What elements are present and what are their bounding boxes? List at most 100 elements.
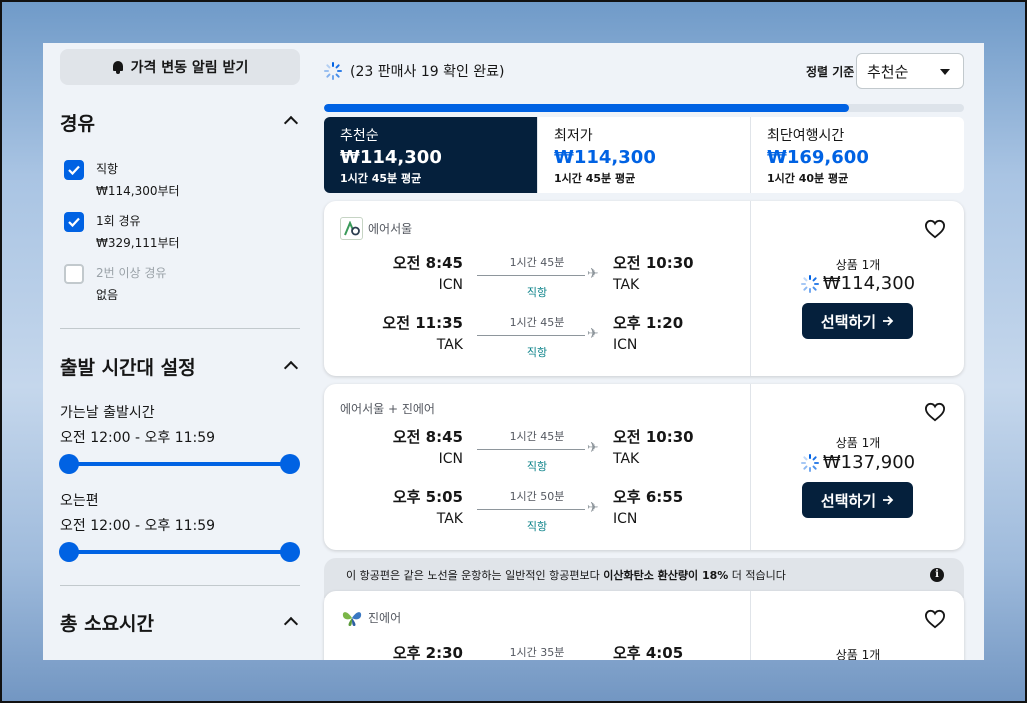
heart-icon[interactable] bbox=[924, 402, 946, 422]
checkmark-icon bbox=[68, 165, 80, 176]
caret-down-icon bbox=[940, 69, 950, 75]
heart-icon[interactable] bbox=[924, 609, 946, 629]
departure-airport: ICN bbox=[438, 451, 463, 467]
two-plus-label: 2번 이상 경유 bbox=[96, 266, 167, 280]
tab-price: ₩114,300 bbox=[554, 147, 656, 168]
spinner-icon bbox=[800, 453, 819, 472]
info-icon[interactable]: i bbox=[930, 568, 944, 582]
select-button[interactable]: 선택하기 bbox=[802, 303, 913, 339]
return-leg: 오전 11:35 TAK 1시간 45분 ✈ 직항 오후 1:20 ICN bbox=[324, 312, 751, 362]
flight-duration: 1시간 45분 bbox=[509, 316, 565, 329]
airline: 에어서울 + 진에어 bbox=[340, 400, 435, 417]
route-line bbox=[477, 509, 585, 510]
search-status: (23 판매사 19 확인 완료) bbox=[324, 61, 505, 81]
outbound-time-slider[interactable] bbox=[59, 454, 300, 474]
arrival-airport: ICN bbox=[613, 511, 638, 527]
outbound-slider-end-handle[interactable] bbox=[280, 454, 300, 474]
results-panel: (23 판매사 19 확인 완료) 정렬 기준 추천순 추천순 ₩114,300… bbox=[324, 43, 964, 660]
return-slider-start-handle[interactable] bbox=[59, 542, 79, 562]
price-value: ₩137,900 bbox=[822, 452, 916, 473]
route-line bbox=[477, 449, 585, 450]
airline-name: 에어서울 + 진에어 bbox=[340, 402, 435, 416]
itinerary: 에어서울 오전 8:45 ICN 1시간 45분 ✈ 직항 오전 10:30 T… bbox=[324, 201, 751, 376]
return-slider-end-handle[interactable] bbox=[280, 542, 300, 562]
spinner-icon bbox=[800, 274, 819, 293]
departure-time: 오후 5:05 bbox=[392, 488, 463, 506]
tab-recommended[interactable]: 추천순 ₩114,300 1시간 45분 평균 bbox=[324, 117, 537, 193]
outbound-label: 가는날 출발시간 bbox=[60, 405, 155, 421]
airline-name: 에어서울 bbox=[368, 222, 413, 236]
itinerary: 에어서울 + 진에어 오전 8:45 ICN 1시간 45분 ✈ 직항 오전 1… bbox=[324, 384, 751, 550]
price: ₩114,300 bbox=[752, 273, 964, 294]
tab-price: ₩114,300 bbox=[340, 147, 442, 168]
divider bbox=[60, 585, 300, 586]
eco-banner-text: 이 항공편은 같은 노선을 운항하는 일반적인 항공편보다 이산화탄소 환산량이… bbox=[346, 567, 786, 583]
app: 가격 변동 알림 받기 경유 직항 ₩114,300부터 1회 경유 ₩329,… bbox=[43, 43, 984, 660]
return-range: 오전 12:00 - 오후 11:59 bbox=[60, 518, 216, 534]
chevron-up-icon[interactable] bbox=[283, 360, 299, 376]
departure-time: 오전 8:45 bbox=[392, 254, 463, 272]
tab-name: 추천순 bbox=[340, 128, 379, 144]
search-progress-bar bbox=[324, 104, 964, 112]
select-label: 선택하기 bbox=[820, 491, 877, 510]
heart-icon[interactable] bbox=[924, 219, 946, 239]
eco-text-bold: 이산화탄소 환산량이 18% bbox=[603, 569, 729, 582]
eco-text-suffix: 더 적습니다 bbox=[728, 569, 786, 582]
flight-duration: 1시간 45분 bbox=[509, 430, 565, 443]
sort-label: 정렬 기준 bbox=[806, 65, 855, 79]
tab-sub: 1시간 40분 평균 bbox=[767, 172, 849, 185]
bell-icon bbox=[112, 60, 124, 74]
result-card[interactable]: 에어서울 + 진에어 오전 8:45 ICN 1시간 45분 ✈ 직항 오전 1… bbox=[324, 384, 964, 550]
result-card[interactable]: 진에어 오후 2:30 1시간 35분 오후 4:05 상품 1개 bbox=[324, 591, 964, 660]
stops-info: 직항 bbox=[526, 520, 548, 533]
flight-duration: 1시간 45분 bbox=[509, 256, 565, 269]
price-panel: 상품 1개 ₩137,900 선택하기 bbox=[752, 384, 964, 550]
return-leg: 오후 5:05 TAK 1시간 50분 ✈ 직항 오후 6:55 ICN bbox=[324, 486, 751, 536]
plane-icon: ✈ bbox=[587, 440, 599, 456]
price: ₩137,900 bbox=[752, 452, 964, 473]
price-alert-button[interactable]: 가격 변동 알림 받기 bbox=[60, 49, 300, 85]
deal-count: 상품 1개 bbox=[835, 436, 881, 450]
direct-price: ₩114,300부터 bbox=[96, 184, 180, 198]
outbound-range: 오전 12:00 - 오후 11:59 bbox=[60, 430, 216, 446]
duration-section-title: 총 소요시간 bbox=[60, 613, 155, 635]
tab-name: 최저가 bbox=[554, 128, 593, 144]
arrival-airport: ICN bbox=[613, 337, 638, 353]
airline: 진에어 bbox=[340, 606, 401, 629]
one-stop-label: 1회 경유 bbox=[96, 214, 141, 228]
departure-airport: ICN bbox=[438, 277, 463, 293]
tab-cheapest[interactable]: 최저가 ₩114,300 1시간 45분 평균 bbox=[537, 117, 750, 193]
deal-count: 상품 1개 bbox=[835, 258, 881, 272]
result-card[interactable]: 에어서울 오전 8:45 ICN 1시간 45분 ✈ 직항 오전 10:30 T… bbox=[324, 201, 964, 376]
return-time-slider[interactable] bbox=[59, 542, 300, 562]
airline: 에어서울 bbox=[340, 217, 412, 240]
outbound-slider-start-handle[interactable] bbox=[59, 454, 79, 474]
return-label: 오는편 bbox=[60, 493, 99, 509]
arrival-airport: TAK bbox=[613, 451, 640, 467]
outbound-leg: 오후 2:30 1시간 35분 오후 4:05 bbox=[324, 642, 751, 660]
search-progress-fill bbox=[324, 104, 849, 112]
arrival-airport: TAK bbox=[613, 277, 640, 293]
one-stop-checkbox[interactable] bbox=[64, 212, 84, 232]
chevron-up-icon[interactable] bbox=[283, 616, 299, 632]
departure-time: 오후 2:30 bbox=[392, 644, 463, 660]
price-alert-label: 가격 변동 알림 받기 bbox=[130, 60, 249, 76]
outbound-leg: 오전 8:45 ICN 1시간 45분 ✈ 직항 오전 10:30 TAK bbox=[324, 252, 751, 302]
departure-airport: TAK bbox=[436, 337, 463, 353]
chevron-up-icon[interactable] bbox=[283, 115, 299, 131]
sort-tabs: 추천순 ₩114,300 1시간 45분 평균 최저가 ₩114,300 1시간… bbox=[324, 117, 964, 193]
arrow-right-icon bbox=[883, 495, 894, 505]
stops-info: 직항 bbox=[526, 286, 548, 299]
stops-info: 직항 bbox=[526, 460, 548, 473]
arrival-time: 오후 4:05 bbox=[613, 644, 684, 660]
tab-sub: 1시간 45분 평균 bbox=[340, 172, 422, 185]
tab-name: 최단여행시간 bbox=[767, 128, 845, 144]
departure-times-title: 출발 시간대 설정 bbox=[60, 357, 196, 379]
price-value: ₩114,300 bbox=[822, 273, 916, 294]
tab-fastest[interactable]: 최단여행시간 ₩169,600 1시간 40분 평균 bbox=[750, 117, 963, 193]
sort-select[interactable]: 추천순 bbox=[856, 53, 964, 89]
arrival-time: 오후 6:55 bbox=[613, 488, 684, 506]
direct-checkbox[interactable] bbox=[64, 160, 84, 180]
direct-label: 직항 bbox=[96, 162, 119, 176]
select-button[interactable]: 선택하기 bbox=[802, 482, 913, 518]
